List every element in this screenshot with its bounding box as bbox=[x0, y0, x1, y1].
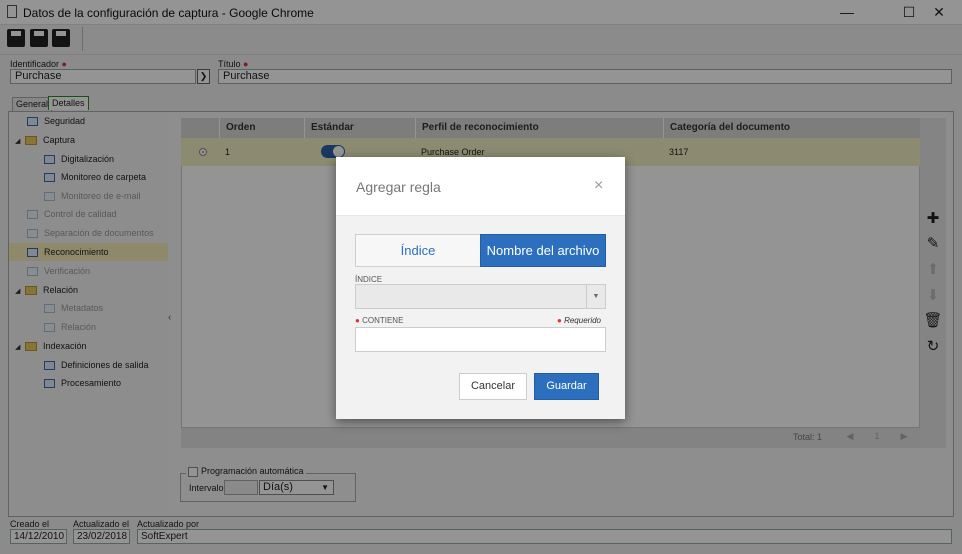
tab-nombre-archivo[interactable]: Nombre del archivo bbox=[480, 234, 606, 267]
indice-label: ÍNDICE bbox=[355, 275, 383, 284]
add-rule-dialog: Agregar regla × Índice Nombre del archiv… bbox=[336, 157, 625, 419]
tab-indice[interactable]: Índice bbox=[355, 234, 481, 267]
chevron-down-icon[interactable]: ▼ bbox=[586, 285, 605, 308]
contiene-label: ● CONTIENE bbox=[355, 316, 404, 325]
indice-select[interactable]: ▼ bbox=[355, 284, 606, 309]
dialog-header: Agregar regla × bbox=[336, 157, 625, 216]
dialog-title: Agregar regla bbox=[356, 179, 441, 195]
close-icon[interactable]: × bbox=[594, 177, 603, 195]
save-button[interactable]: Guardar bbox=[534, 373, 599, 400]
requerido-label: ● Requerido bbox=[557, 316, 601, 325]
required-icon: ● bbox=[355, 316, 360, 325]
cancel-button[interactable]: Cancelar bbox=[459, 373, 527, 400]
contiene-input[interactable] bbox=[355, 327, 606, 352]
required-icon: ● bbox=[557, 316, 562, 325]
